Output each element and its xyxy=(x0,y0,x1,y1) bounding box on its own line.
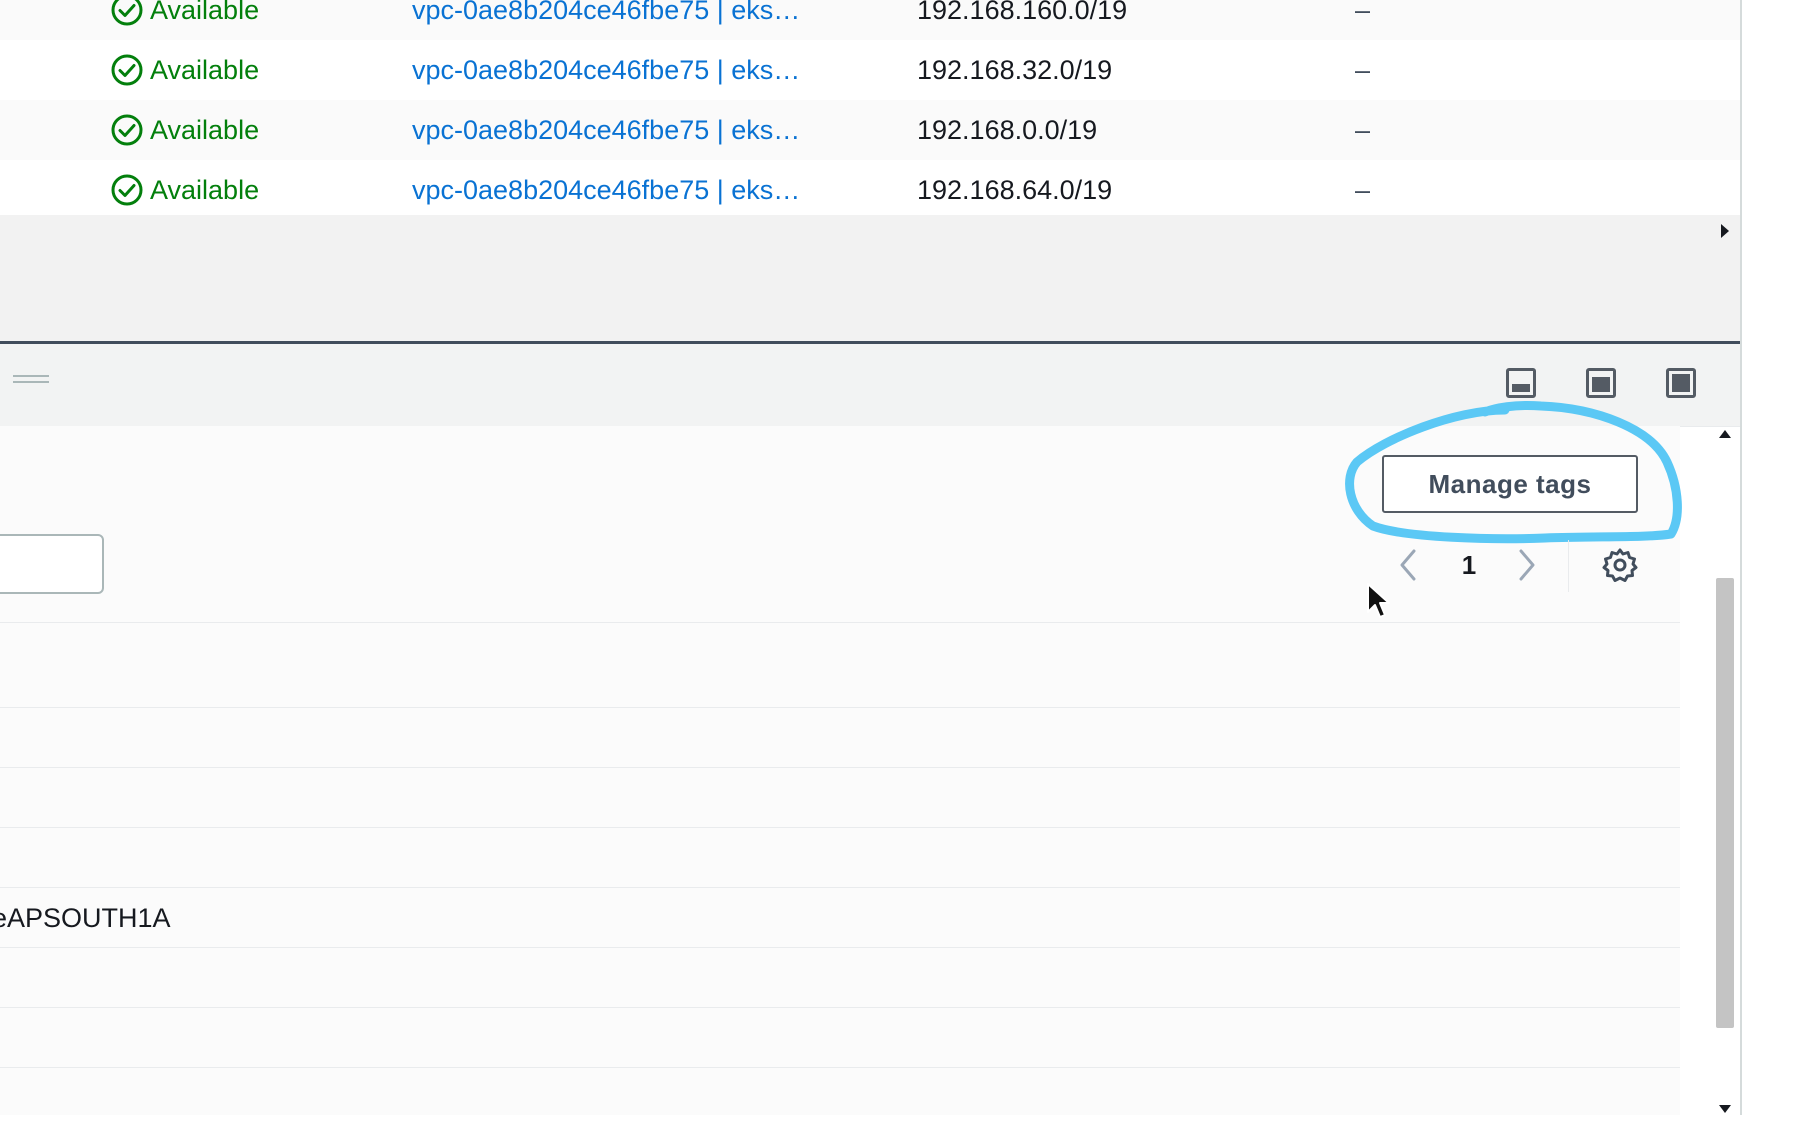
vpc-link[interactable]: vpc-0ae8b204ce46fbe75 | eks… xyxy=(412,40,800,100)
status-text: Available xyxy=(150,175,260,205)
table-row[interactable] xyxy=(0,947,1680,1007)
ipv6-cidr: – xyxy=(1355,55,1371,85)
panel-full-icon[interactable] xyxy=(1666,368,1696,398)
ipv4-cidr: 192.168.160.0/19 xyxy=(917,0,1128,25)
previous-page-icon[interactable] xyxy=(1393,547,1423,583)
vpc-link[interactable]: vpc-0ae8b204ce46fbe75 | eks… xyxy=(412,0,800,40)
ipv4-cidr: 192.168.0.0/19 xyxy=(917,115,1098,145)
ipv4-cidr: 192.168.64.0/19 xyxy=(917,175,1113,205)
status-text: Available xyxy=(150,0,260,25)
vertical-scrollbar[interactable] xyxy=(1712,420,1738,1115)
table-row[interactable] xyxy=(0,767,1680,827)
status-cell: Available xyxy=(110,100,259,160)
status-text: Available xyxy=(150,115,260,145)
vpc-link[interactable]: vpc-0ae8b204ce46fbe75 | eks… xyxy=(412,100,800,160)
table-row[interactable]: Available vpc-0ae8b204ce46fbe75 | eks… 1… xyxy=(0,0,1742,41)
page-number[interactable]: 1 xyxy=(1452,547,1486,583)
table-row[interactable]: Available vpc-0ae8b204ce46fbe75 | eks… 1… xyxy=(0,40,1742,101)
table-row[interactable] xyxy=(0,827,1680,887)
scroll-up-icon[interactable] xyxy=(1718,426,1732,444)
check-circle-icon xyxy=(111,174,143,206)
gear-icon[interactable] xyxy=(1601,546,1639,584)
manage-tags-button[interactable]: Manage tags xyxy=(1382,455,1638,513)
filter-input[interactable] xyxy=(0,534,104,594)
next-page-icon[interactable] xyxy=(1512,547,1542,583)
scroll-thumb[interactable] xyxy=(1716,578,1734,1028)
right-gutter xyxy=(1740,0,1742,1115)
ipv6-cidr: – xyxy=(1355,115,1371,145)
resize-handle-icon[interactable] xyxy=(13,374,49,384)
status-cell: Available xyxy=(110,160,259,220)
status-cell: Available xyxy=(110,40,259,100)
status-cell: Available xyxy=(110,0,259,40)
ipv6-cidr: – xyxy=(1355,0,1371,25)
check-circle-icon xyxy=(111,114,143,146)
ipv6-cidr: – xyxy=(1355,175,1371,205)
table-row[interactable] xyxy=(0,622,1680,682)
table-empty-area xyxy=(0,215,1742,343)
ipv4-cidr: 192.168.32.0/19 xyxy=(917,55,1113,85)
check-circle-icon xyxy=(111,54,143,86)
table-row[interactable]: Available vpc-0ae8b204ce46fbe75 | eks… 1… xyxy=(0,100,1742,161)
status-text: Available xyxy=(150,55,260,85)
panel-bottom-icon[interactable] xyxy=(1506,368,1536,398)
check-circle-icon xyxy=(111,0,143,26)
vpc-link[interactable]: vpc-0ae8b204ce46fbe75 | eks… xyxy=(412,160,800,220)
pager-divider xyxy=(1568,540,1569,592)
tags-panel: eAPSOUTH1A xyxy=(0,426,1680,1115)
split-panel-header xyxy=(0,344,1740,427)
panel-side-icon[interactable] xyxy=(1586,368,1616,398)
table-row[interactable]: eAPSOUTH1A xyxy=(0,887,1680,947)
tag-cell: eAPSOUTH1A xyxy=(0,903,171,933)
scroll-right-icon[interactable] xyxy=(1719,222,1731,240)
scroll-down-icon[interactable] xyxy=(1718,1101,1732,1119)
table-row[interactable] xyxy=(0,1007,1680,1067)
table-row[interactable] xyxy=(0,1067,1680,1127)
table-row[interactable] xyxy=(0,707,1680,767)
table-row[interactable]: Available vpc-0ae8b204ce46fbe75 | eks… 1… xyxy=(0,160,1742,221)
